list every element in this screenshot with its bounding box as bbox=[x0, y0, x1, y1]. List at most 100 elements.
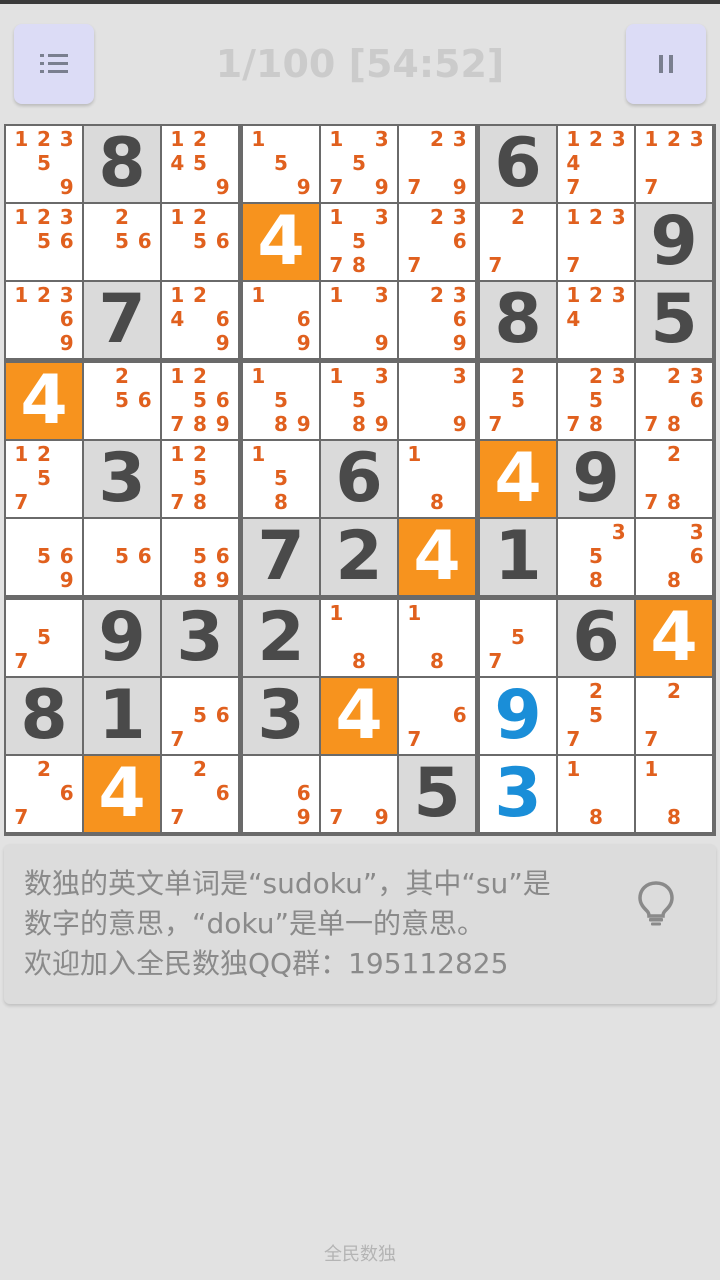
sudoku-cell[interactable]: 4 bbox=[243, 204, 319, 280]
candidate-note bbox=[10, 544, 33, 568]
sudoku-cell[interactable]: 2 bbox=[243, 600, 319, 676]
sudoku-cell[interactable]: 4 bbox=[399, 519, 475, 595]
sudoku-cell[interactable]: 26 7 bbox=[6, 756, 82, 832]
candidate-note: 3 bbox=[374, 205, 389, 229]
sudoku-cell[interactable]: 7 bbox=[84, 282, 160, 358]
sudoku-cell[interactable]: 1 3589 bbox=[321, 363, 397, 439]
sudoku-cell[interactable]: 39 bbox=[399, 363, 475, 439]
sudoku-cell[interactable]: 256 bbox=[84, 363, 160, 439]
sudoku-cell[interactable]: 236 78 bbox=[636, 363, 712, 439]
sudoku-cell[interactable]: 18 bbox=[399, 600, 475, 676]
sudoku-cell[interactable]: 358 bbox=[558, 519, 634, 595]
sudoku-cell[interactable]: 7 bbox=[243, 519, 319, 595]
sudoku-cell[interactable]: 5689 bbox=[162, 519, 238, 595]
candidate-note: 5 bbox=[37, 151, 51, 175]
sudoku-cell[interactable]: 4 bbox=[480, 441, 556, 517]
sudoku-cell[interactable]: 23 7 9 bbox=[399, 126, 475, 202]
sudoku-cell[interactable]: 56 bbox=[84, 519, 160, 595]
sudoku-cell[interactable]: 12359 bbox=[6, 126, 82, 202]
sudoku-cell[interactable]: 5 bbox=[399, 756, 475, 832]
sudoku-cell[interactable]: 9 bbox=[84, 600, 160, 676]
sudoku-cell[interactable]: 278 bbox=[636, 441, 712, 517]
sudoku-cell[interactable]: 57 bbox=[6, 600, 82, 676]
sudoku-cell[interactable]: 6 bbox=[480, 126, 556, 202]
sudoku-cell[interactable]: 5 bbox=[636, 282, 712, 358]
sudoku-cell[interactable]: 257 bbox=[480, 363, 556, 439]
sudoku-cell[interactable]: 256 bbox=[84, 204, 160, 280]
menu-button[interactable] bbox=[14, 24, 94, 104]
sudoku-cell[interactable]: 12356 bbox=[6, 204, 82, 280]
sudoku-cell[interactable]: 9 bbox=[480, 678, 556, 754]
sudoku-cell[interactable]: 1 bbox=[480, 519, 556, 595]
candidate-grid: 12369 bbox=[10, 283, 78, 355]
sudoku-cell[interactable]: 123 7 bbox=[558, 204, 634, 280]
sudoku-cell[interactable]: 2 bbox=[321, 519, 397, 595]
sudoku-cell[interactable]: 69 bbox=[243, 756, 319, 832]
sudoku-cell[interactable]: 3 bbox=[162, 600, 238, 676]
sudoku-cell[interactable]: 4 bbox=[636, 600, 712, 676]
sudoku-cell[interactable]: 27 bbox=[636, 678, 712, 754]
candidate-note bbox=[33, 490, 56, 514]
sudoku-cell[interactable]: 8 bbox=[6, 678, 82, 754]
candidate-note bbox=[325, 151, 348, 175]
sudoku-cell[interactable]: 1 69 bbox=[243, 282, 319, 358]
sudoku-cell[interactable]: 18 bbox=[558, 756, 634, 832]
sudoku-cell[interactable]: 67 bbox=[399, 678, 475, 754]
sudoku-cell[interactable]: 18 bbox=[321, 600, 397, 676]
candidate-note: 2 bbox=[193, 127, 207, 151]
sudoku-cell[interactable]: 123 7 bbox=[636, 126, 712, 202]
sudoku-cell[interactable]: 3 bbox=[84, 441, 160, 517]
sudoku-cell[interactable]: 1 3 9 bbox=[321, 282, 397, 358]
sudoku-cell[interactable]: 1 3578 bbox=[321, 204, 397, 280]
candidate-note: 7 bbox=[14, 805, 29, 829]
sudoku-cell[interactable]: 158 bbox=[243, 441, 319, 517]
candidate-note bbox=[448, 625, 471, 649]
sudoku-cell[interactable]: 1589 bbox=[243, 363, 319, 439]
candidate-note bbox=[403, 307, 426, 331]
sudoku-cell[interactable]: 1257 bbox=[6, 441, 82, 517]
sudoku-cell[interactable]: 1256 789 bbox=[162, 363, 238, 439]
candidate-note bbox=[585, 331, 608, 355]
sudoku-cell[interactable]: 1256 bbox=[162, 204, 238, 280]
sudoku-cell[interactable]: 18 bbox=[636, 756, 712, 832]
sudoku-cell[interactable]: 1 bbox=[84, 678, 160, 754]
sudoku-cell[interactable]: 123 47 bbox=[558, 126, 634, 202]
sudoku-cell[interactable]: 4 bbox=[84, 756, 160, 832]
sudoku-cell[interactable]: 57 bbox=[480, 600, 556, 676]
sudoku-cell[interactable]: 4 bbox=[6, 363, 82, 439]
sudoku-cell[interactable]: 12369 bbox=[6, 282, 82, 358]
sudoku-cell[interactable]: 6 bbox=[321, 441, 397, 517]
candidate-note: 3 bbox=[611, 283, 626, 307]
sudoku-cell[interactable]: 1 357 9 bbox=[321, 126, 397, 202]
sudoku-cell[interactable]: 368 bbox=[636, 519, 712, 595]
sudoku-cell[interactable]: 79 bbox=[321, 756, 397, 832]
lightbulb-icon[interactable] bbox=[636, 880, 676, 926]
sudoku-cell[interactable]: 9 bbox=[558, 441, 634, 517]
sudoku-cell[interactable]: 3 bbox=[243, 678, 319, 754]
sudoku-cell[interactable]: 236 7 bbox=[399, 204, 475, 280]
pause-button[interactable] bbox=[626, 24, 706, 104]
candidate-note: 6 bbox=[215, 544, 230, 568]
candidate-note bbox=[370, 781, 393, 805]
sudoku-cell[interactable]: 56 7 bbox=[162, 678, 238, 754]
sudoku-cell[interactable]: 257 bbox=[558, 678, 634, 754]
sudoku-cell[interactable]: 23578 bbox=[558, 363, 634, 439]
sudoku-cell[interactable]: 6 bbox=[558, 600, 634, 676]
sudoku-cell[interactable]: 124 69 bbox=[162, 282, 238, 358]
sudoku-cell[interactable]: 8 bbox=[84, 126, 160, 202]
sudoku-cell[interactable]: 9 bbox=[636, 204, 712, 280]
candidate-grid: 69 bbox=[247, 757, 315, 829]
sudoku-cell[interactable]: 2369 bbox=[399, 282, 475, 358]
sudoku-cell[interactable]: 123 4 bbox=[558, 282, 634, 358]
sudoku-cell[interactable]: 3 bbox=[480, 756, 556, 832]
sudoku-cell[interactable]: 27 bbox=[480, 204, 556, 280]
sudoku-cell[interactable]: 4 bbox=[321, 678, 397, 754]
sudoku-cell[interactable]: 26 7 bbox=[162, 756, 238, 832]
sudoku-cell[interactable]: 18 bbox=[399, 441, 475, 517]
sudoku-cell[interactable]: 8 bbox=[480, 282, 556, 358]
sudoku-cell[interactable]: 12459 bbox=[162, 126, 238, 202]
sudoku-cell[interactable]: 159 bbox=[243, 126, 319, 202]
sudoku-cell[interactable]: 569 bbox=[6, 519, 82, 595]
sudoku-cell[interactable]: 12578 bbox=[162, 441, 238, 517]
candidate-note: 2 bbox=[430, 127, 444, 151]
